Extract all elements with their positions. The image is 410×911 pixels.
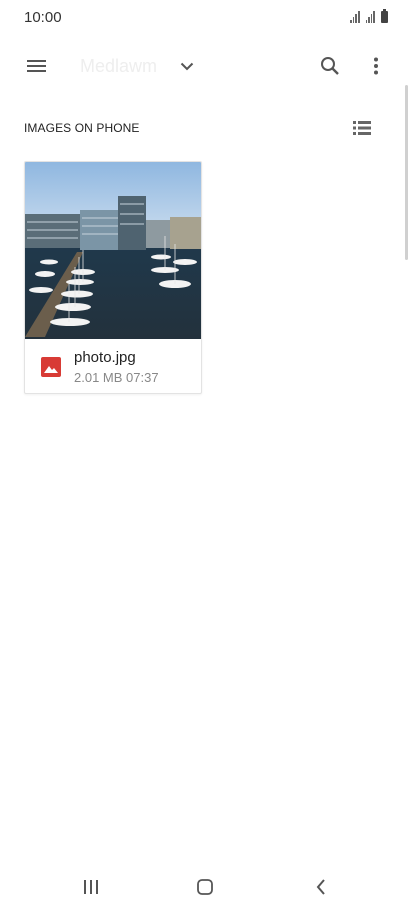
search-icon bbox=[321, 57, 339, 75]
back-button[interactable] bbox=[306, 872, 336, 902]
search-button[interactable] bbox=[316, 52, 344, 80]
app-bar: Medlawm bbox=[0, 44, 410, 88]
list-view-icon bbox=[353, 121, 371, 135]
storage-dropdown-button[interactable] bbox=[174, 54, 200, 78]
signal-icon bbox=[350, 11, 360, 23]
status-time: 10:00 bbox=[24, 9, 62, 26]
file-name: photo.jpg bbox=[74, 349, 136, 366]
recent-apps-button[interactable] bbox=[76, 872, 106, 902]
image-file-icon bbox=[41, 357, 61, 377]
section-title: IMAGES ON PHONE bbox=[24, 121, 140, 135]
more-options-button[interactable] bbox=[364, 52, 388, 80]
back-icon bbox=[316, 879, 325, 895]
home-icon bbox=[197, 879, 213, 895]
signal-icon bbox=[365, 11, 375, 23]
scrollbar[interactable] bbox=[405, 85, 408, 260]
home-button[interactable] bbox=[190, 872, 220, 902]
file-card[interactable]: photo.jpg 2.01 MB 07:37 bbox=[24, 161, 202, 394]
hamburger-menu-icon bbox=[26, 57, 46, 75]
file-meta: 2.01 MB 07:37 bbox=[74, 370, 159, 385]
file-thumbnail bbox=[25, 162, 201, 339]
menu-button[interactable] bbox=[20, 54, 52, 78]
status-icons bbox=[350, 9, 388, 23]
more-vertical-icon bbox=[374, 57, 378, 75]
chevron-down-icon bbox=[180, 62, 194, 70]
battery-icon bbox=[381, 9, 388, 23]
status-bar: 10:00 bbox=[0, 0, 410, 36]
recent-apps-icon bbox=[84, 880, 98, 894]
page-title: Medlawm bbox=[80, 56, 158, 76]
list-view-button[interactable] bbox=[350, 118, 374, 138]
navigation-bar bbox=[0, 862, 410, 911]
